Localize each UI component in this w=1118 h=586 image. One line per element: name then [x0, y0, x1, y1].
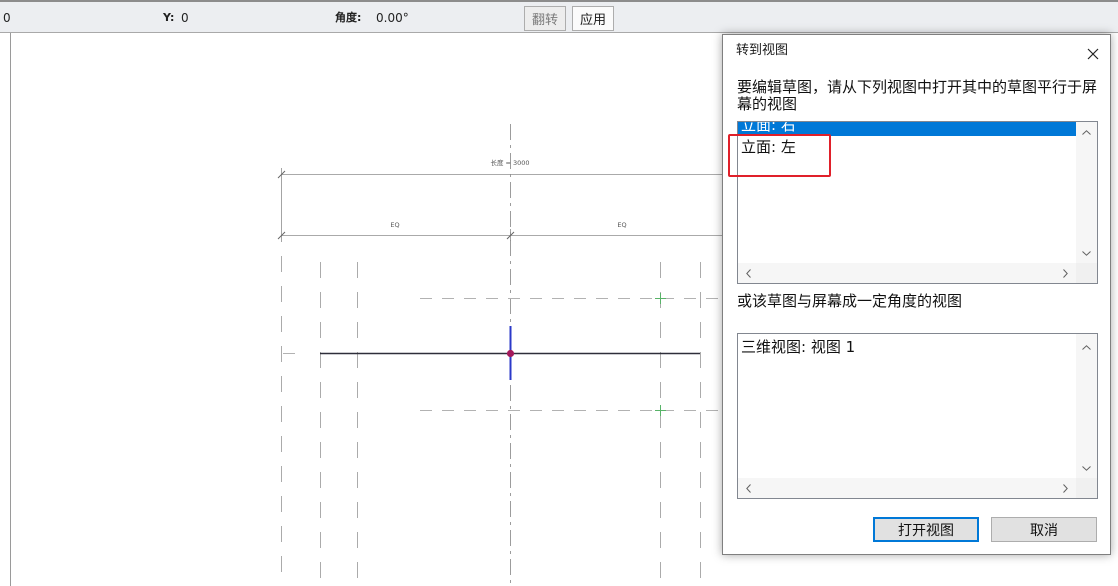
- alignment-mark: [655, 405, 666, 416]
- open-view-button-label: 打开视图: [898, 522, 954, 539]
- close-icon-glyph: [1087, 48, 1099, 60]
- x-value[interactable]: 0: [3, 10, 11, 26]
- highlight-annotation: [728, 134, 831, 177]
- scrollbar-corner: [1076, 478, 1097, 498]
- options-bar: 0 Y: 0 角度: 0.00° 翻转 应用: [0, 0, 1118, 33]
- angled-views-list[interactable]: 三维视图: 视图 1: [737, 333, 1098, 499]
- equality-dimension[interactable]: EQ EQ: [277, 221, 740, 241]
- list-items: 三维视图: 视图 1: [738, 336, 1076, 358]
- dialog-title: 转到视图: [736, 43, 789, 58]
- close-icon[interactable]: [1087, 45, 1099, 60]
- cancel-button-label: 取消: [1030, 522, 1058, 539]
- dimension-label[interactable]: 长度 = 3000: [490, 158, 529, 167]
- cancel-button[interactable]: 取消: [991, 517, 1097, 542]
- angled-views-prompt: 或该草图与屏幕成一定角度的视图: [737, 292, 963, 310]
- center-point[interactable]: [506, 349, 515, 358]
- horizontal-scrollbar[interactable]: [738, 478, 1076, 498]
- angle-value[interactable]: 0.00°: [376, 10, 409, 26]
- flip-button[interactable]: 翻转: [524, 6, 566, 31]
- chevron-up-icon[interactable]: [1076, 337, 1097, 357]
- flip-button-label: 翻转: [531, 13, 558, 28]
- apply-button[interactable]: 应用: [572, 6, 614, 31]
- eq-label-left[interactable]: EQ: [390, 221, 399, 229]
- chevron-down-icon[interactable]: [1076, 458, 1097, 478]
- y-value[interactable]: 0: [181, 10, 189, 26]
- apply-button-label: 应用: [579, 13, 606, 28]
- chevron-right-icon[interactable]: [1055, 263, 1076, 283]
- go-to-view-dialog: 转到视图 要编辑草图，请从下列视图中打开其中的草图平行于屏幕的视图 立面: 右 …: [722, 34, 1111, 555]
- vertical-scrollbar[interactable]: [1076, 122, 1097, 263]
- y-label: Y:: [163, 11, 175, 24]
- chevron-right-icon[interactable]: [1055, 478, 1076, 498]
- alignment-mark: [655, 293, 666, 304]
- instruction-text: 要编辑草图，请从下列视图中打开其中的草图平行于屏幕的视图: [737, 78, 1098, 113]
- chevron-down-icon[interactable]: [1076, 243, 1097, 263]
- open-view-button[interactable]: 打开视图: [873, 517, 979, 542]
- eq-label-right[interactable]: EQ: [617, 221, 626, 229]
- list-item[interactable]: 三维视图: 视图 1: [738, 336, 1076, 358]
- chevron-left-icon[interactable]: [738, 478, 759, 498]
- angle-label: 角度:: [335, 11, 362, 24]
- scrollbar-corner: [1076, 263, 1097, 283]
- vertical-scrollbar[interactable]: [1076, 334, 1097, 478]
- total-length-dimension[interactable]: 长度 = 3000: [277, 158, 740, 242]
- chevron-up-icon[interactable]: [1076, 122, 1097, 142]
- list-viewport: 三维视图: 视图 1: [738, 334, 1076, 478]
- horizontal-scrollbar[interactable]: [738, 263, 1076, 283]
- chevron-left-icon[interactable]: [738, 263, 759, 283]
